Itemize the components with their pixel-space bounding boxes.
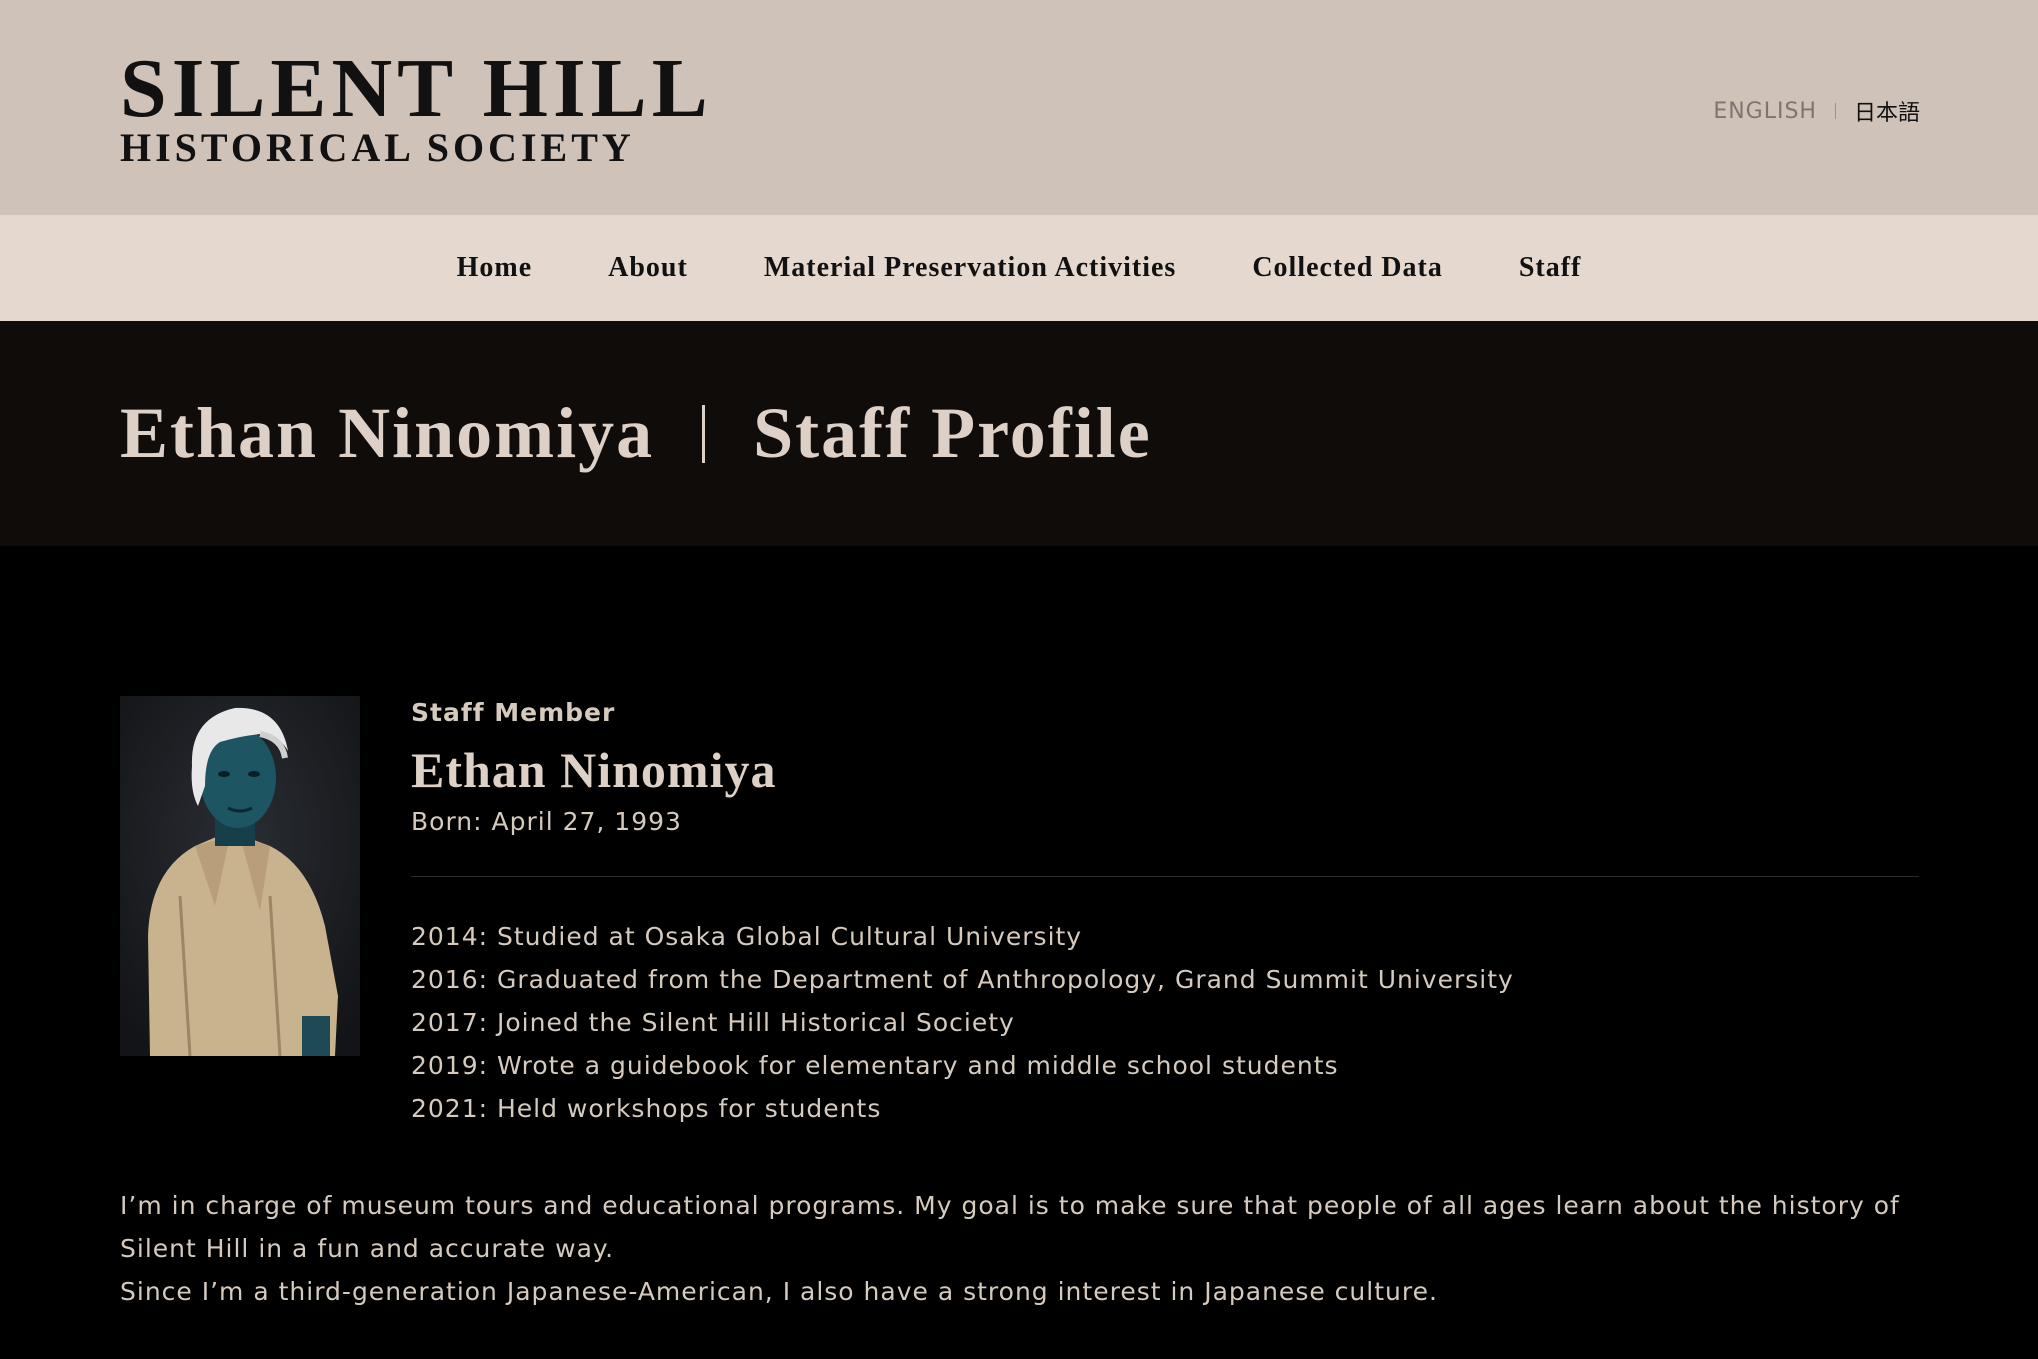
nav-staff[interactable]: Staff: [1519, 252, 1582, 284]
timeline-item: 2021: Held workshops for students: [411, 1094, 882, 1123]
lang-japanese-link[interactable]: 日本語: [1854, 95, 1920, 127]
staff-birthdate: Born: April 27, 1993: [411, 807, 682, 836]
title-divider: [702, 404, 706, 463]
section-divider: [411, 876, 1919, 877]
site-header: SILENT HILL HISTORICAL SOCIETY ENGLISH 日…: [0, 0, 2038, 215]
site-logo[interactable]: SILENT HILL HISTORICAL SOCIETY: [120, 42, 713, 170]
nav-collected-data[interactable]: Collected Data: [1252, 252, 1443, 284]
staff-photo: [120, 696, 360, 1056]
nav-material-preservation[interactable]: Material Preservation Activities: [764, 252, 1176, 284]
bio-paragraph: Since I’m a third-generation Japanese-Am…: [120, 1277, 1438, 1306]
banner-section: Staff Profile: [753, 393, 1152, 473]
bio-paragraph: I’m in charge of museum tours and educat…: [120, 1191, 1900, 1263]
main-nav: Home About Material Preservation Activit…: [0, 215, 2038, 321]
lang-divider: [1834, 103, 1836, 119]
lang-english-link[interactable]: ENGLISH: [1713, 99, 1817, 124]
timeline-item: 2016: Graduated from the Department of A…: [411, 965, 1514, 994]
language-switcher: ENGLISH 日本語: [1713, 95, 1920, 127]
logo-subtitle: HISTORICAL SOCIETY: [120, 125, 635, 170]
staff-name: Ethan Ninomiya: [411, 742, 777, 798]
timeline-item: 2017: Joined the Silent Hill Historical …: [411, 1008, 1015, 1037]
career-timeline: 2014: Studied at Osaka Global Cultural U…: [411, 915, 1919, 1130]
logo-title: SILENT HILL: [120, 42, 713, 135]
banner-name: Ethan Ninomiya: [120, 393, 655, 473]
staff-bio: I’m in charge of museum tours and educat…: [120, 1184, 1920, 1313]
profile-content: Staff Member Ethan Ninomiya Born: April …: [0, 546, 2038, 1359]
page-banner: Ethan Ninomiya Staff Profile: [0, 321, 2038, 546]
nav-about[interactable]: About: [608, 252, 688, 284]
timeline-item: 2014: Studied at Osaka Global Cultural U…: [411, 922, 1083, 951]
timeline-item: 2019: Wrote a guidebook for elementary a…: [411, 1051, 1339, 1080]
profile-details: Staff Member Ethan Ninomiya Born: April …: [411, 696, 1919, 1130]
nav-home[interactable]: Home: [457, 252, 533, 284]
staff-role: Staff Member: [411, 698, 616, 727]
page-title: Ethan Ninomiya Staff Profile: [120, 392, 1152, 475]
